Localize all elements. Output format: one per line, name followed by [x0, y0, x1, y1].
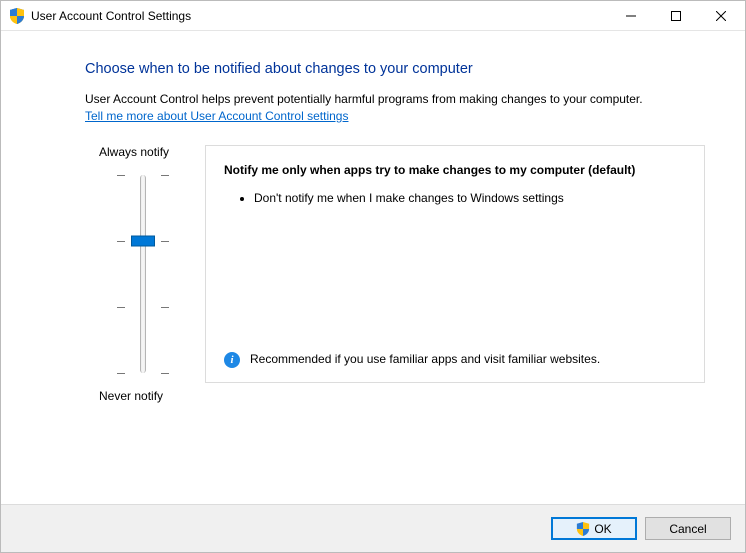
main-row: Always notify Never notify Notify me onl… [85, 145, 705, 403]
window-controls [608, 1, 743, 30]
titlebar: User Account Control Settings [1, 1, 745, 31]
ok-button[interactable]: OK [551, 517, 637, 540]
recommendation-footer: i Recommended if you use familiar apps a… [224, 351, 686, 368]
button-bar: OK Cancel [1, 504, 745, 552]
level-description-panel: Notify me only when apps try to make cha… [205, 145, 705, 383]
recommendation-text: Recommended if you use familiar apps and… [250, 351, 600, 367]
level-bullets: Don't notify me when I make changes to W… [224, 190, 686, 206]
learn-more-link[interactable]: Tell me more about User Account Control … [85, 109, 348, 123]
ok-button-label: OK [594, 522, 611, 536]
minimize-button[interactable] [608, 1, 653, 30]
level-title: Notify me only when apps try to make cha… [224, 162, 686, 178]
info-icon: i [224, 352, 240, 368]
slider-tick [113, 175, 173, 176]
uac-settings-window: User Account Control Settings Choose whe… [0, 0, 746, 553]
slider-rail [140, 175, 146, 373]
slider-column: Always notify Never notify [85, 145, 201, 403]
page-description: User Account Control helps prevent poten… [85, 91, 705, 107]
slider-top-label: Always notify [85, 145, 169, 159]
slider-tick [113, 373, 173, 374]
cancel-button-label: Cancel [669, 522, 706, 536]
window-title: User Account Control Settings [31, 9, 608, 23]
shield-icon [9, 8, 25, 24]
shield-icon [576, 522, 590, 536]
level-bullet: Don't notify me when I make changes to W… [254, 190, 686, 206]
close-button[interactable] [698, 1, 743, 30]
page-heading: Choose when to be notified about changes… [85, 61, 705, 77]
slider-bottom-label: Never notify [85, 389, 163, 403]
cancel-button[interactable]: Cancel [645, 517, 731, 540]
notification-level-slider[interactable] [113, 169, 173, 379]
maximize-button[interactable] [653, 1, 698, 30]
slider-tick [113, 307, 173, 308]
content-area: Choose when to be notified about changes… [1, 31, 745, 504]
slider-thumb[interactable] [131, 236, 155, 247]
